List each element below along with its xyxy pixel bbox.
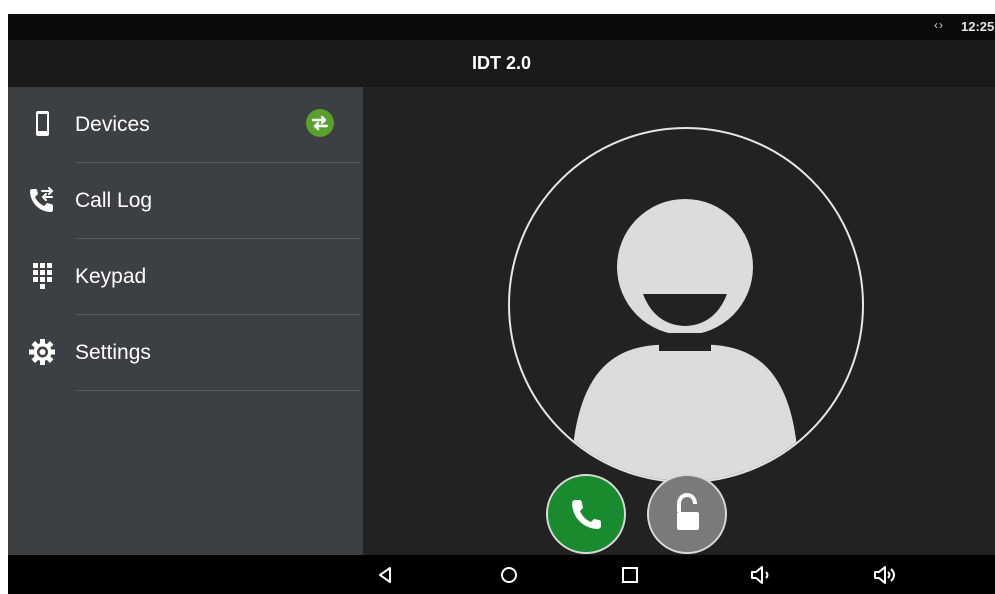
volume-down-icon[interactable]	[748, 563, 774, 587]
sidebar-item-settings[interactable]: Settings	[8, 315, 363, 391]
unlock-button[interactable]	[647, 474, 727, 554]
keypad-icon	[33, 263, 52, 289]
call-log-icon	[30, 187, 54, 212]
app-bar: IDT 2.0	[8, 40, 995, 88]
navigation-bar	[8, 555, 995, 594]
sidebar-item-keypad[interactable]: Keypad	[8, 239, 363, 315]
home-icon[interactable]	[496, 563, 522, 587]
sidebar-item-label: Call Log	[75, 189, 153, 212]
device-screen: ‹› 12:25 IDT 2.0 Devices Call Log Keypad…	[8, 14, 995, 594]
sidebar-item-label: Devices	[75, 113, 150, 136]
unlock-icon	[677, 492, 699, 530]
arrows-icon: ‹›	[934, 18, 944, 32]
app-title: IDT 2.0	[471, 53, 532, 73]
sidebar: Devices Call Log Keypad Settings	[8, 87, 363, 555]
sync-icon[interactable]	[305, 108, 335, 138]
call-panel	[363, 87, 995, 555]
phone-icon	[572, 500, 601, 529]
divider	[75, 390, 360, 391]
sidebar-item-label: Keypad	[75, 265, 147, 288]
status-time: 12:25	[961, 19, 995, 34]
gear-icon	[29, 339, 55, 365]
call-button[interactable]	[546, 474, 626, 554]
recents-icon[interactable]	[617, 563, 643, 587]
phone-device-icon	[36, 111, 49, 136]
back-icon[interactable]	[372, 563, 398, 587]
sidebar-item-call-log[interactable]: Call Log	[8, 163, 363, 239]
volume-up-icon[interactable]	[872, 563, 898, 587]
sidebar-item-label: Settings	[75, 341, 151, 364]
sidebar-item-devices[interactable]: Devices	[8, 87, 363, 163]
status-bar: ‹› 12:25	[8, 14, 995, 40]
